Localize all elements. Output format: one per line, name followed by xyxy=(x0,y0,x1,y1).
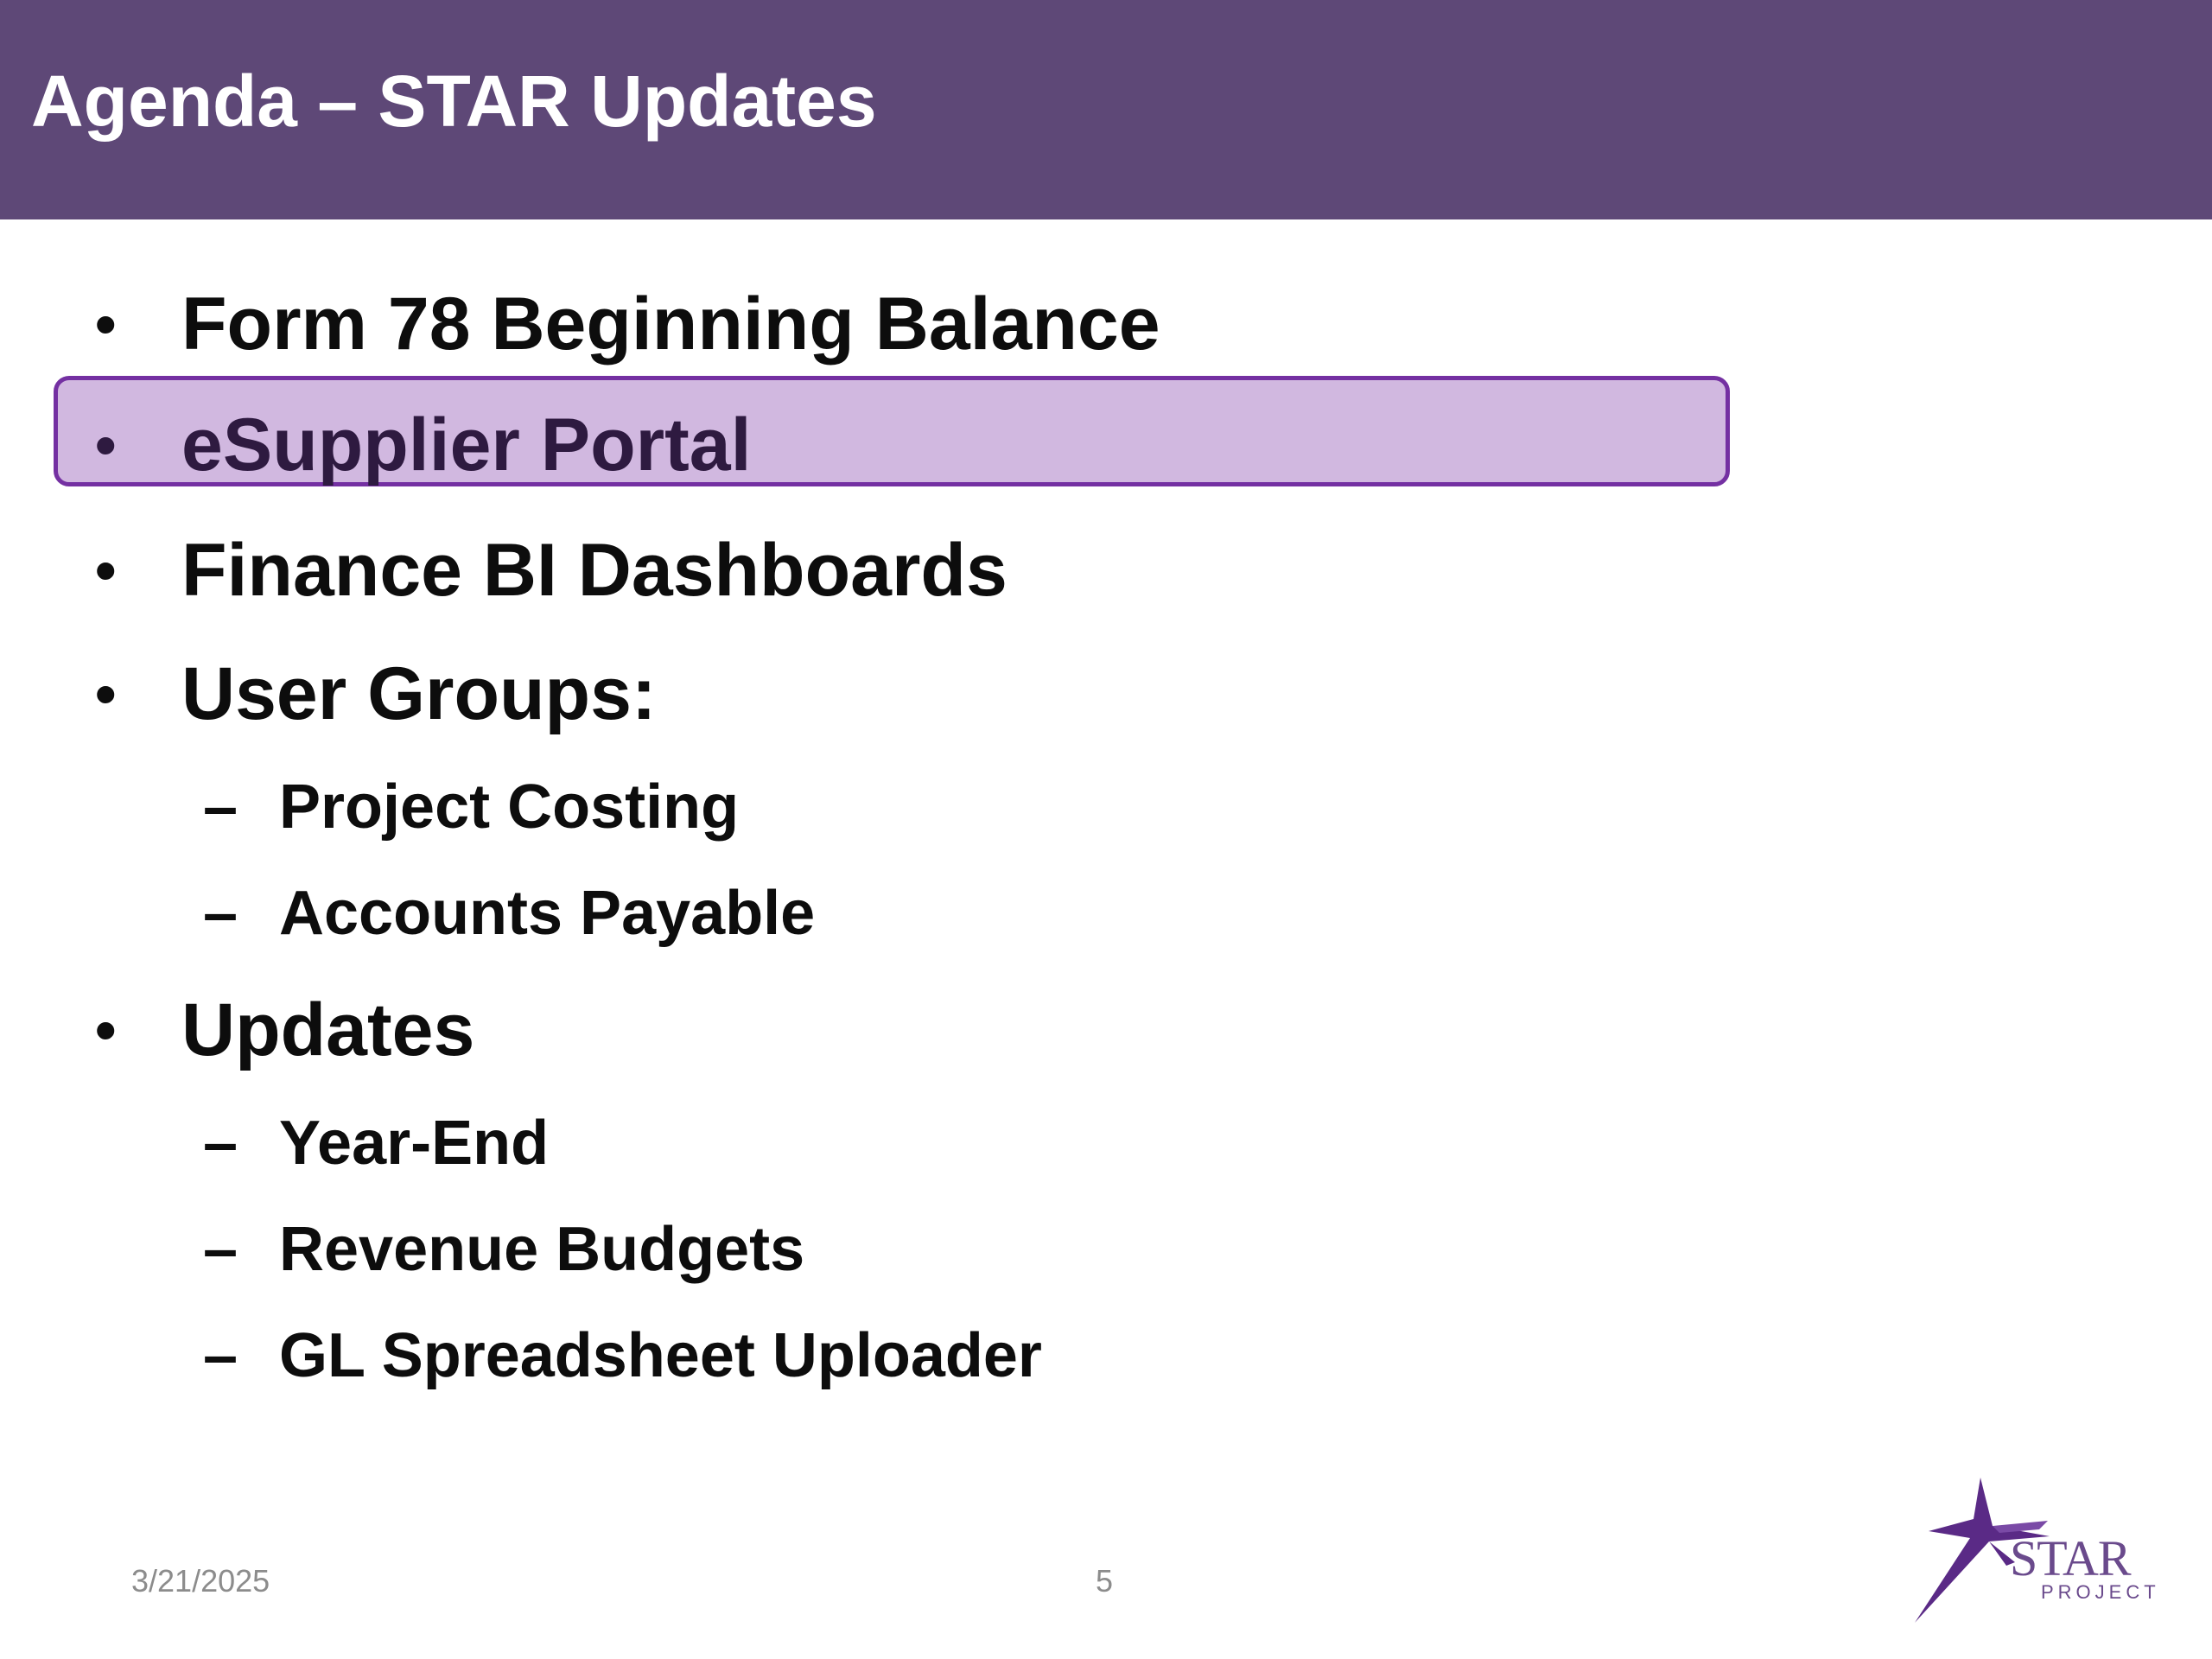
agenda-item-text: Updates xyxy=(181,988,475,1071)
agenda-item-text: eSupplier Portal xyxy=(181,404,752,486)
bullet-marker: • xyxy=(95,537,117,604)
logo-wordmark: STAR xyxy=(2010,1530,2132,1586)
bullet-marker: • xyxy=(95,411,117,479)
bullet-marker: • xyxy=(95,660,117,728)
logo-subtext: PROJECT xyxy=(2041,1581,2160,1603)
dash-marker: – xyxy=(203,772,238,842)
agenda-item-text: User Groups: xyxy=(181,652,657,735)
dash-marker: – xyxy=(203,1109,238,1178)
bullet-marker: • xyxy=(95,290,117,358)
slide: Agenda – STAR Updates • Form 78 Beginnin… xyxy=(0,0,2212,1659)
dash-marker: – xyxy=(203,1215,238,1284)
title-bar: Agenda – STAR Updates xyxy=(0,0,2212,219)
agenda-subitem-text: Project Costing xyxy=(279,772,740,842)
dash-marker: – xyxy=(203,1321,238,1390)
agenda-subitem-text: Year-End xyxy=(279,1109,550,1178)
agenda-subitem-text: Revenue Budgets xyxy=(279,1215,805,1284)
agenda-subitem-text: GL Spreadsheet Uploader xyxy=(279,1321,1042,1390)
page-number: 5 xyxy=(1096,1563,1114,1599)
bullet-marker: • xyxy=(95,996,117,1064)
agenda-subitem-text: Accounts Payable xyxy=(279,879,816,948)
agenda-item-text: Form 78 Beginning Balance xyxy=(181,283,1160,365)
dash-marker: – xyxy=(203,879,238,948)
slide-title: Agenda – STAR Updates xyxy=(31,60,877,142)
star-project-logo: STAR PROJECT xyxy=(1910,1469,2169,1633)
agenda-item-text: Finance BI Dashboards xyxy=(181,529,1007,612)
footer-date: 3/21/2025 xyxy=(131,1563,270,1599)
